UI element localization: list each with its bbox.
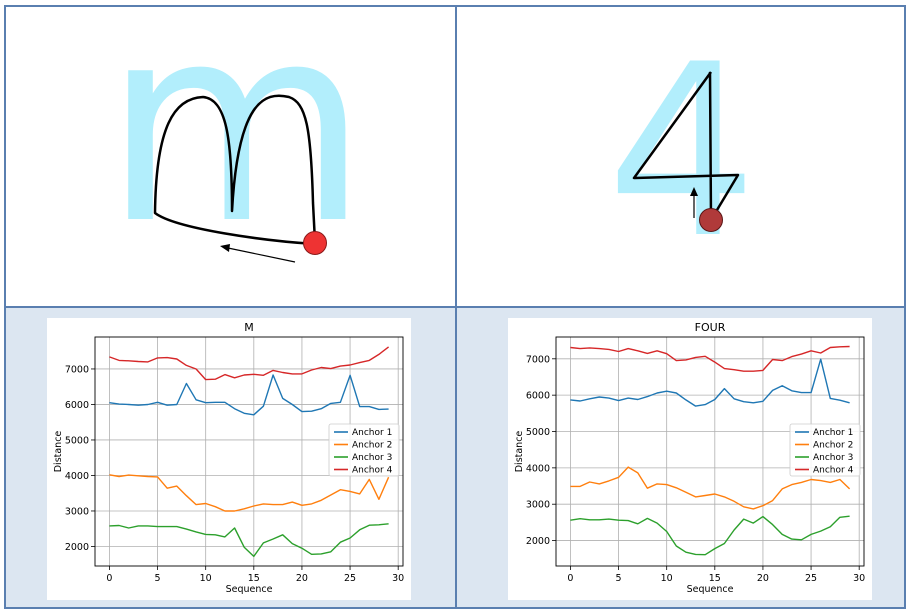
x-tick-label: 30 xyxy=(853,573,865,584)
x-tick-label: 20 xyxy=(296,573,308,584)
x-axis-label: Sequence xyxy=(687,584,734,595)
legend-label-anchor-3: Anchor 3 xyxy=(352,453,392,463)
y-tick-label: 6000 xyxy=(65,400,89,411)
glyph-panel-m: m xyxy=(4,0,457,308)
y-tick-label: 7000 xyxy=(65,364,89,375)
legend-label-anchor-2: Anchor 2 xyxy=(813,441,853,451)
x-tick-label: 0 xyxy=(567,573,573,584)
chart-title: FOUR xyxy=(695,321,726,334)
y-tick-label: 7000 xyxy=(526,354,550,365)
x-tick-label: 5 xyxy=(616,573,622,584)
series-line-anchor-4 xyxy=(109,346,390,381)
distance-chart-four: 0 5 10 15 20 25 30 2000 3000 4000 5000 6000 7000 FOUR… xyxy=(514,321,865,595)
y-tick-label: 4000 xyxy=(526,463,550,474)
y-tick-label: 2000 xyxy=(65,542,89,553)
chart-card-four: 0 5 10 15 20 25 30 2000 3000 4000 5000 6000 7000 FOUR… xyxy=(508,318,872,600)
glyph-four: 4 xyxy=(606,14,757,291)
x-tick-label: 15 xyxy=(248,573,260,584)
y-tick-label: 5000 xyxy=(65,435,89,446)
chart-title: M xyxy=(244,321,254,334)
y-tick-label: 3000 xyxy=(65,506,89,517)
x-tick-label: 0 xyxy=(106,573,112,584)
y-tick-label: 3000 xyxy=(526,500,550,511)
x-tick-label: 30 xyxy=(392,573,404,584)
x-tick-label: 10 xyxy=(200,573,212,584)
chart-panel-four: 0 5 10 15 20 25 30 2000 3000 4000 5000 6000 7000 FOUR… xyxy=(455,306,906,609)
legend-label-anchor-3: Anchor 3 xyxy=(813,453,853,463)
x-axis-label: Sequence xyxy=(226,584,273,595)
x-tick-label: 20 xyxy=(757,573,769,584)
legend-label-anchor-4: Anchor 4 xyxy=(352,466,393,476)
distance-chart-m: 0 5 10 15 20 25 30 2000 3000 4000 5000 6000 7000 M Seq… xyxy=(53,321,404,595)
y-tick-label: 2000 xyxy=(526,536,550,547)
legend-label-anchor-4: Anchor 4 xyxy=(813,466,854,476)
y-axis-label: Distance xyxy=(53,431,64,473)
glyph-m: m xyxy=(104,7,369,284)
legend-label-anchor-2: Anchor 2 xyxy=(352,441,392,451)
series-line-anchor-1 xyxy=(570,358,850,407)
glyph-canvas-m: m xyxy=(104,0,369,284)
chart-card-m: 0 5 10 15 20 25 30 2000 3000 4000 5000 6000 7000 M Seq… xyxy=(47,318,411,600)
series-line-anchor-3 xyxy=(570,515,850,556)
y-axis-label: Distance xyxy=(514,431,525,473)
series-line-anchor-1 xyxy=(109,374,389,416)
legend-label-anchor-1: Anchor 1 xyxy=(352,428,392,438)
start-marker-m xyxy=(303,231,327,255)
x-tick-label: 25 xyxy=(344,573,356,584)
x-tick-label: 10 xyxy=(661,573,673,584)
legend-label-anchor-1: Anchor 1 xyxy=(813,428,853,438)
series-line-anchor-3 xyxy=(109,523,389,558)
y-tick-label: 6000 xyxy=(526,391,550,402)
x-tick-label: 5 xyxy=(155,573,161,584)
glyph-canvas-four: 4 xyxy=(606,14,757,291)
y-tick-label: 5000 xyxy=(526,427,550,438)
chart-panel-m: 0 5 10 15 20 25 30 2000 3000 4000 5000 6000 7000 M Seq… xyxy=(4,306,457,609)
y-tick-label: 4000 xyxy=(65,471,89,482)
start-marker-four xyxy=(699,208,723,232)
glyph-panel-four: 4 xyxy=(455,5,906,308)
x-tick-label: 15 xyxy=(709,573,721,584)
series-line-anchor-2 xyxy=(109,474,390,512)
x-tick-label: 25 xyxy=(805,573,817,584)
